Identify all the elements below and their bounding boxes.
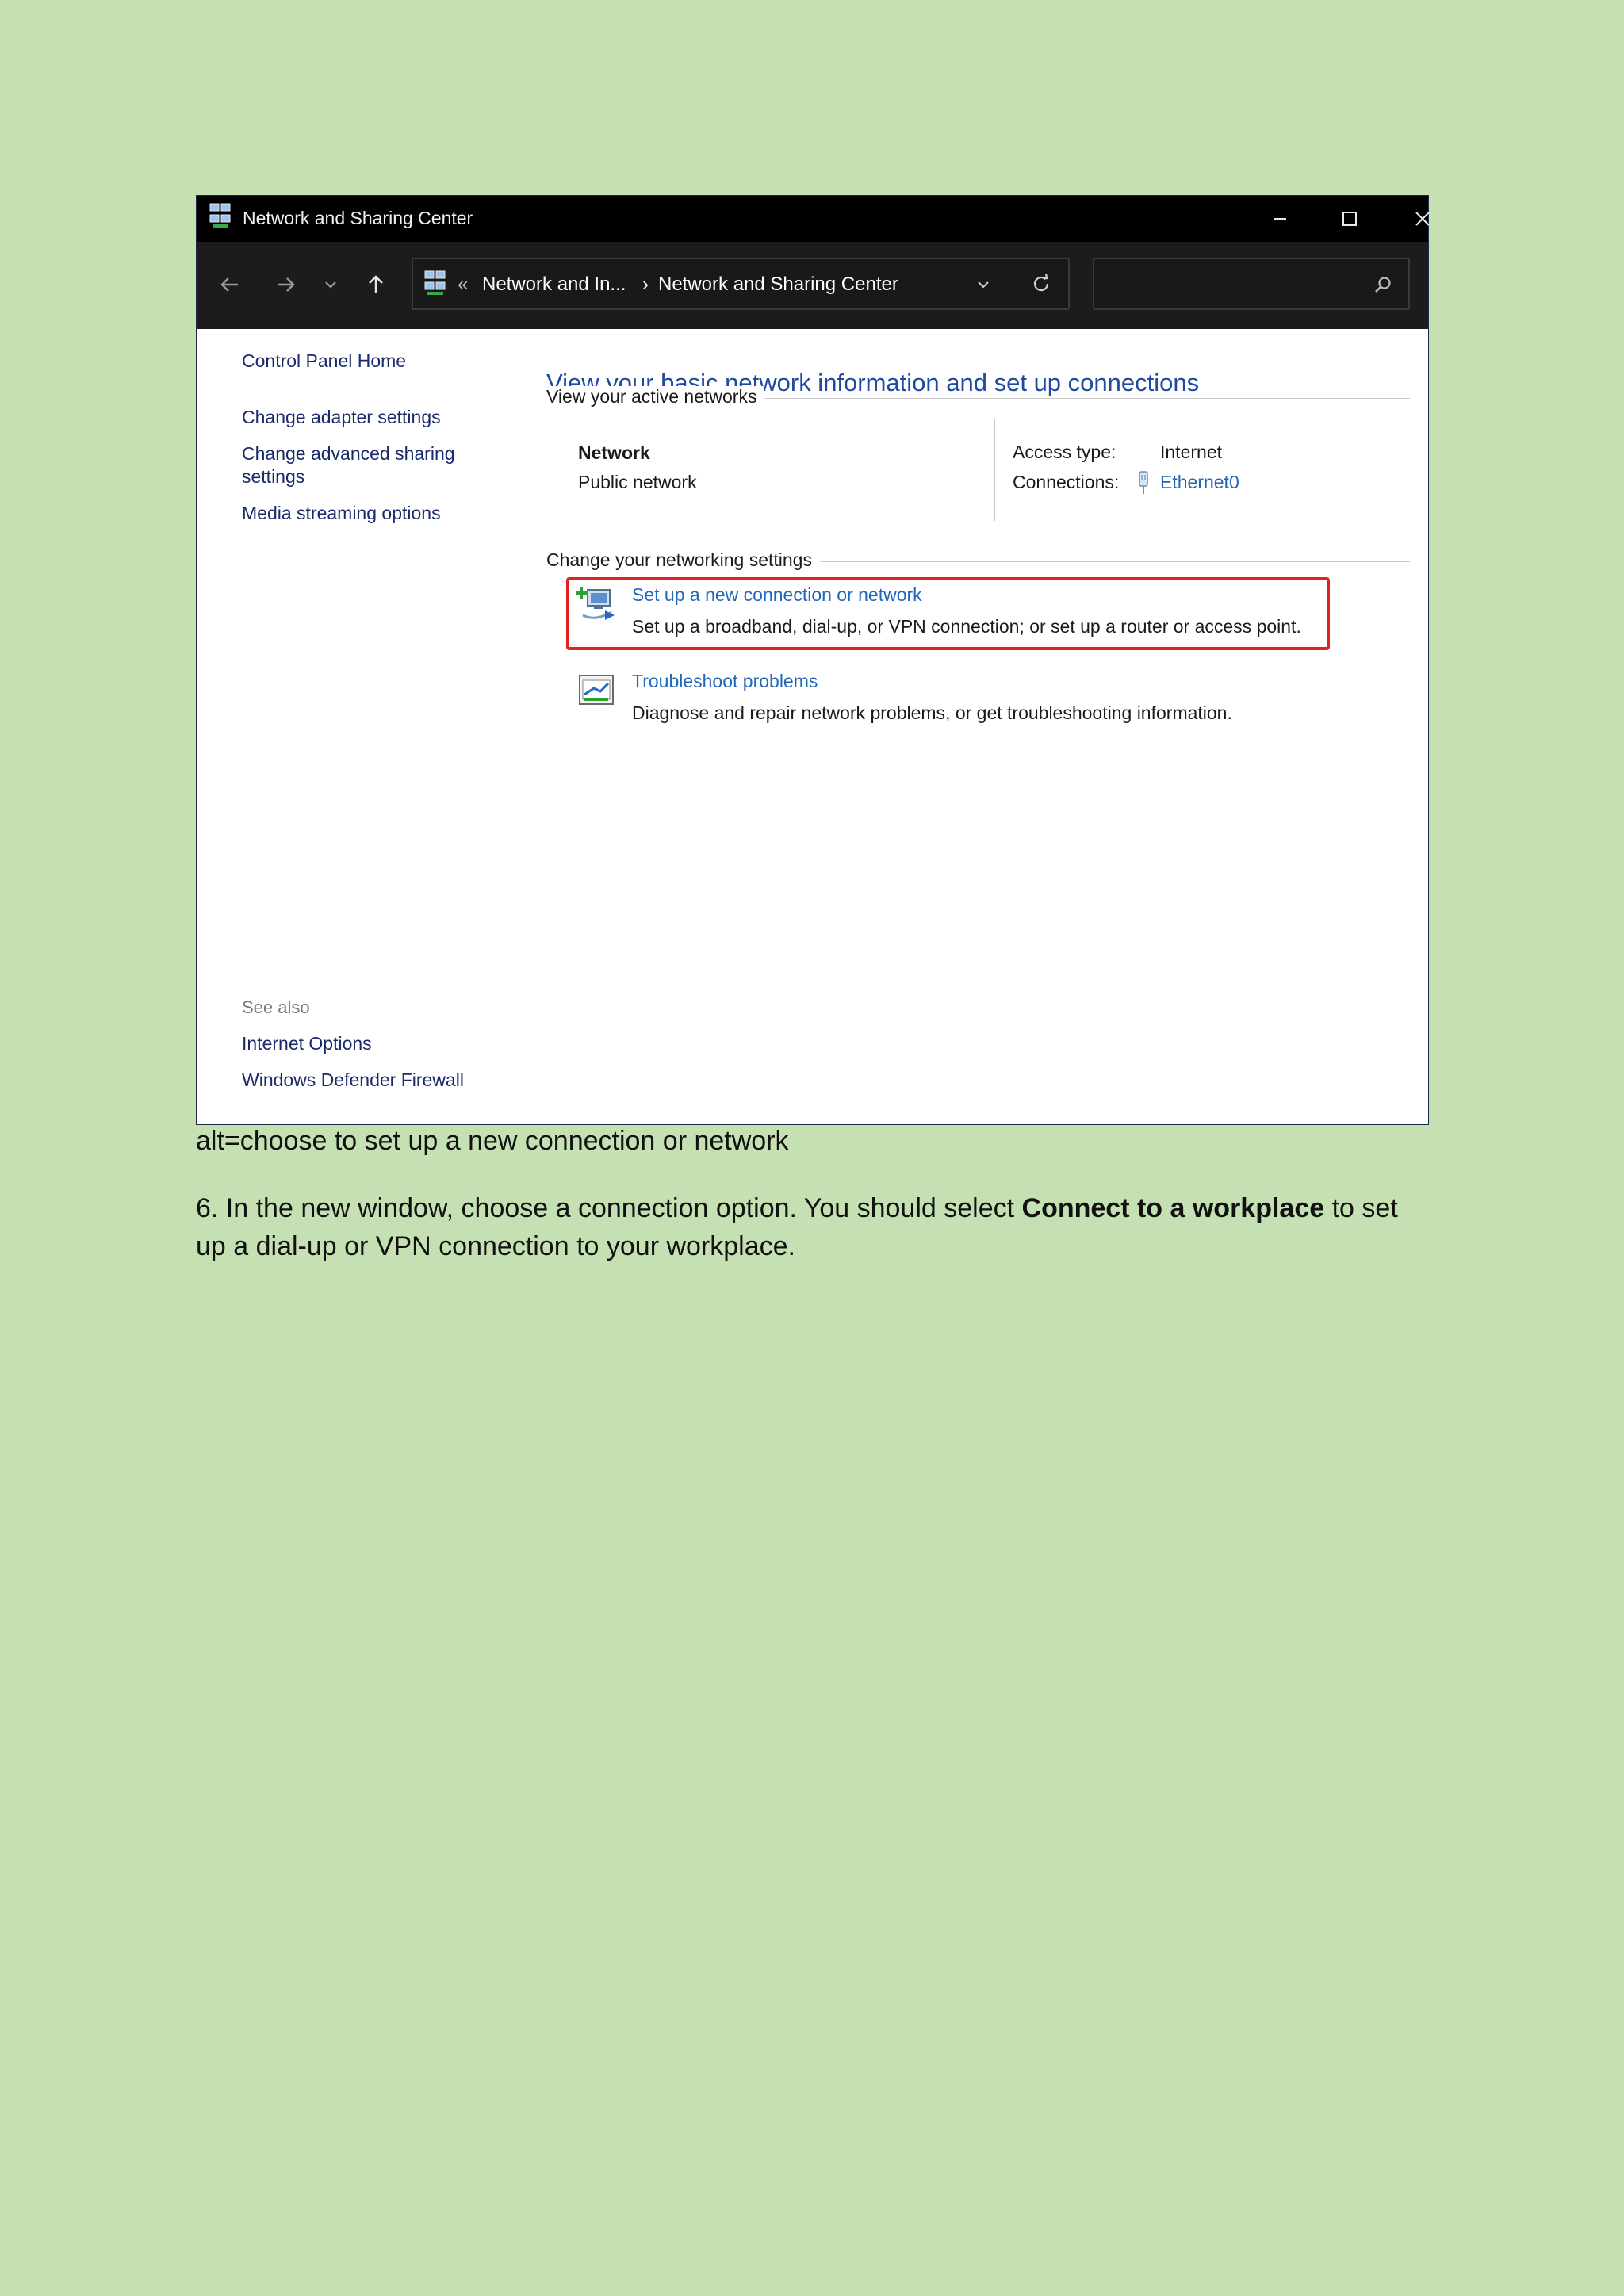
minimize-button[interactable] bbox=[1247, 196, 1312, 242]
refresh-icon[interactable] bbox=[1030, 273, 1052, 295]
setup-connection-highlight bbox=[566, 577, 1330, 650]
breadcrumb-network-and-internet[interactable]: Network and In... bbox=[482, 274, 626, 296]
breadcrumb-network-sharing-center[interactable]: Network and Sharing Center bbox=[658, 274, 898, 296]
forward-button[interactable] bbox=[270, 269, 301, 300]
navigation-bar: « Network and In... › Network and Sharin… bbox=[197, 242, 1428, 329]
title-bar: Network and Sharing Center bbox=[197, 196, 1430, 242]
control-panel-content: Control Panel Home Change adapter settin… bbox=[197, 329, 1428, 1124]
minimize-icon bbox=[1274, 218, 1286, 220]
address-bar[interactable]: « Network and In... › Network and Sharin… bbox=[412, 258, 1070, 310]
address-history-chevron-icon[interactable] bbox=[975, 276, 992, 293]
internet-options-link[interactable]: Internet Options bbox=[242, 1033, 372, 1054]
network-sharing-center-window: Network and Sharing Center « Network and… bbox=[196, 195, 1430, 1125]
maximize-icon bbox=[1342, 212, 1357, 226]
windows-defender-firewall-link[interactable]: Windows Defender Firewall bbox=[242, 1070, 464, 1091]
connections-label: Connections: bbox=[1013, 472, 1120, 492]
control-panel-home-link[interactable]: Control Panel Home bbox=[242, 350, 406, 372]
arrow-right-icon bbox=[278, 277, 295, 292]
ethernet-icon bbox=[1139, 471, 1148, 494]
close-icon bbox=[1415, 212, 1430, 226]
search-input[interactable] bbox=[1102, 269, 1359, 300]
change-advanced-sharing-link-cont[interactable]: settings bbox=[242, 466, 304, 488]
back-button[interactable] bbox=[214, 269, 246, 300]
breadcrumb-overflow[interactable]: « bbox=[458, 274, 468, 296]
close-button[interactable] bbox=[1390, 196, 1455, 242]
breadcrumb-separator: › bbox=[642, 274, 649, 295]
access-type-value: Internet bbox=[1160, 442, 1222, 462]
search-box[interactable] bbox=[1093, 258, 1410, 310]
change-settings-label: Change your networking settings bbox=[546, 549, 820, 571]
arrow-left-icon bbox=[220, 277, 238, 292]
troubleshoot-icon bbox=[579, 675, 614, 705]
network-name: Network bbox=[578, 442, 650, 463]
media-streaming-options-link[interactable]: Media streaming options bbox=[242, 503, 441, 524]
image-alt-caption: alt=choose to set up a new connection or… bbox=[196, 1126, 789, 1156]
window-title: Network and Sharing Center bbox=[243, 208, 473, 228]
recent-locations-button[interactable] bbox=[315, 269, 347, 300]
network-center-app-icon bbox=[209, 203, 231, 228]
network-info-divider bbox=[994, 419, 995, 521]
maximize-button[interactable] bbox=[1317, 196, 1382, 242]
network-type[interactable]: Public network bbox=[578, 472, 697, 493]
troubleshoot-problems-description: Diagnose and repair network problems, or… bbox=[632, 702, 1232, 723]
arrow-up-icon bbox=[369, 275, 383, 293]
network-center-location-icon bbox=[424, 270, 446, 295]
see-also-label: See also bbox=[242, 997, 310, 1017]
change-adapter-settings-link[interactable]: Change adapter settings bbox=[242, 407, 441, 428]
up-button[interactable] bbox=[360, 269, 392, 300]
step-6-paragraph: 6. In the new window, choose a connectio… bbox=[196, 1189, 1433, 1265]
chevron-down-icon bbox=[325, 281, 336, 289]
connect-to-workplace-emphasis: Connect to a workplace bbox=[1021, 1193, 1325, 1223]
change-advanced-sharing-link[interactable]: Change advanced sharing bbox=[242, 443, 455, 465]
access-type-label: Access type: bbox=[1013, 442, 1116, 462]
ethernet0-link[interactable]: Ethernet0 bbox=[1160, 472, 1239, 493]
troubleshoot-problems-link[interactable]: Troubleshoot problems bbox=[632, 671, 818, 692]
active-networks-label: View your active networks bbox=[546, 386, 765, 408]
search-icon bbox=[1375, 277, 1391, 293]
step-6-text-before: 6. In the new window, choose a connectio… bbox=[196, 1193, 1022, 1223]
